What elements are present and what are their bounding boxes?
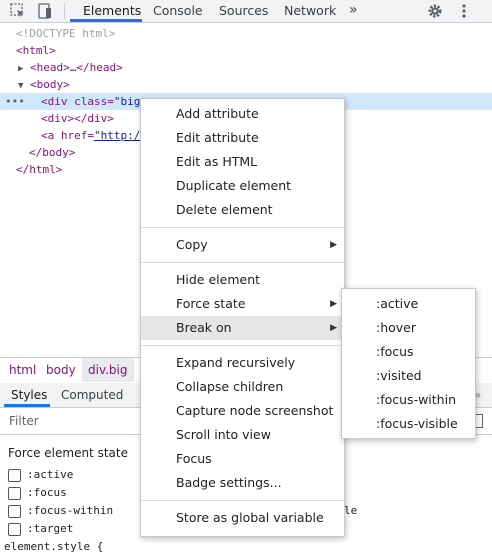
submenu-arrow-icon: ▶ — [330, 299, 337, 309]
submenu-item-focus[interactable]: :focus — [342, 340, 475, 364]
tab-console[interactable]: Console — [153, 0, 203, 22]
menu-separator — [141, 262, 344, 263]
menu-item-duplicate-element[interactable]: Duplicate element — [141, 174, 344, 198]
menu-separator — [141, 500, 344, 501]
more-tabs-button[interactable]: » — [349, 0, 358, 22]
html-close-node[interactable]: </html> — [16, 161, 62, 178]
gear-icon[interactable] — [426, 2, 444, 20]
state-active-label: :active — [27, 468, 74, 481]
active-tab-indicator — [70, 19, 142, 22]
menu-item-collapse-children[interactable]: Collapse children — [141, 375, 344, 399]
breadcrumb-body[interactable]: body — [46, 363, 76, 377]
div-big-node[interactable]: <div class="big — [41, 93, 140, 110]
body-node-label: <body> — [30, 78, 70, 91]
menu-item-badge-settings[interactable]: Badge settings... — [141, 471, 344, 495]
state-target-label: :target — [27, 522, 74, 535]
filter-placeholder: Filter — [9, 414, 39, 428]
submenu-item-visited[interactable]: :visited — [342, 364, 475, 388]
menu-item-capture-node-screenshot[interactable]: Capture node screenshot — [141, 399, 344, 423]
menu-item-force-state[interactable]: Force state ▶ — [141, 292, 344, 316]
menu-item-expand-recursively[interactable]: Expand recursively — [141, 351, 344, 375]
tab-computed[interactable]: Computed — [61, 388, 123, 402]
submenu-item-focus-within[interactable]: :focus-within — [342, 388, 475, 412]
element-style-rule[interactable]: element.style { — [4, 540, 103, 553]
menu-separator — [141, 227, 344, 228]
breadcrumb-div-big[interactable]: div.big — [82, 358, 134, 382]
head-node[interactable]: ▶ <head>…</head> — [18, 59, 123, 76]
doctype-node[interactable]: <!DOCTYPE html> — [16, 25, 115, 42]
state-focus-checkbox[interactable] — [8, 487, 21, 500]
menu-item-delete-element[interactable]: Delete element — [141, 198, 344, 222]
menu-item-hide-element[interactable]: Hide element — [141, 268, 344, 292]
partial-state-text: le — [344, 504, 358, 517]
devtools-toolbar: Elements Console Sources Network » — [0, 0, 492, 23]
expand-arrow-icon[interactable]: ▶ — [18, 64, 23, 74]
menu-item-copy[interactable]: Copy ▶ — [141, 233, 344, 257]
submenu-arrow-icon: ▶ — [330, 240, 337, 250]
anchor-open-tag: <a href= — [41, 129, 94, 142]
force-state-title: Force element state — [8, 446, 128, 460]
submenu-item-hover[interactable]: :hover — [342, 316, 475, 340]
body-node[interactable]: ▼ <body> — [18, 76, 70, 93]
tab-sources[interactable]: Sources — [219, 0, 268, 22]
state-focus-within-checkbox[interactable] — [8, 505, 21, 518]
href-value[interactable]: "http:/ — [94, 129, 140, 142]
active-subtab-indicator — [4, 404, 50, 407]
class-value: "big — [113, 95, 141, 108]
menu-item-focus[interactable]: Focus — [141, 447, 344, 471]
tab-styles[interactable]: Styles — [11, 388, 47, 402]
kebab-menu-icon[interactable] — [455, 2, 473, 20]
div-node[interactable]: <div></div> — [41, 110, 114, 127]
submenu-item-focus-visible[interactable]: :focus-visible — [342, 412, 475, 436]
toolbar-divider — [64, 3, 65, 19]
menu-separator — [141, 345, 344, 346]
menu-item-break-on[interactable]: Break on ▶ — [141, 316, 344, 340]
submenu-item-active[interactable]: :active — [342, 292, 475, 316]
div-open-tag: <div class= — [41, 95, 114, 108]
menu-item-edit-as-html[interactable]: Edit as HTML — [141, 150, 344, 174]
tab-network[interactable]: Network — [284, 0, 336, 22]
state-focus-label: :focus — [27, 486, 67, 499]
inspect-element-icon[interactable] — [9, 2, 27, 20]
row-actions-dots[interactable]: ••• — [5, 93, 25, 110]
breadcrumb-html[interactable]: html — [9, 363, 36, 377]
device-toolbar-icon[interactable] — [36, 2, 54, 20]
body-close-node[interactable]: </body> — [29, 144, 75, 161]
menu-item-scroll-into-view[interactable]: Scroll into view — [141, 423, 344, 447]
html-node[interactable]: <html> — [16, 42, 56, 59]
state-target-checkbox[interactable] — [8, 523, 21, 536]
menu-item-add-attribute[interactable]: Add attribute — [141, 102, 344, 126]
state-focus-within-label: :focus-within — [27, 504, 114, 517]
submenu-arrow-icon: ▶ — [330, 323, 337, 333]
context-menu: Add attribute Edit attribute Edit as HTM… — [140, 98, 345, 537]
head-node-label: <head>…</head> — [30, 61, 123, 74]
force-state-submenu: :active :hover :focus :visited :focus-wi… — [341, 288, 476, 439]
collapse-arrow-icon[interactable]: ▼ — [18, 81, 23, 91]
anchor-node[interactable]: <a href="http:/ — [41, 127, 140, 144]
menu-item-store-as-global-variable[interactable]: Store as global variable — [141, 506, 344, 530]
state-active-checkbox[interactable] — [8, 469, 21, 482]
menu-item-edit-attribute[interactable]: Edit attribute — [141, 126, 344, 150]
